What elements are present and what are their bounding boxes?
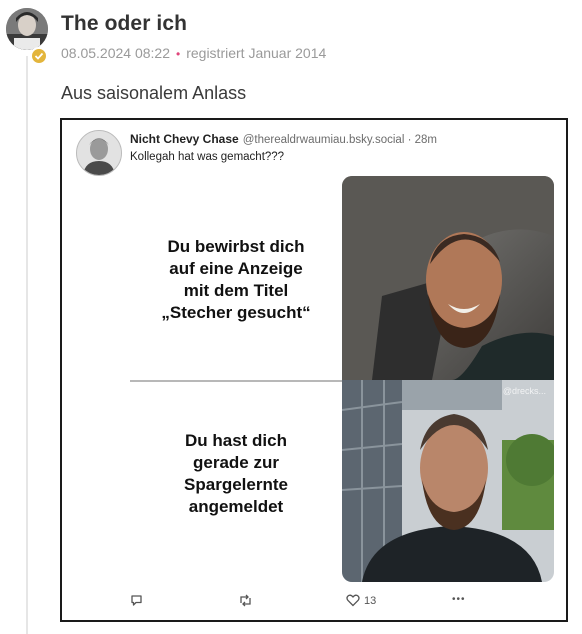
meme-top-line: Du bewirbst dich [167, 237, 305, 256]
meme-watermark: @drecks... [502, 386, 546, 396]
meme-divider [130, 380, 342, 382]
meme-image: Du bewirbst dich auf eine Anzeige mit de… [130, 176, 554, 582]
heart-icon [346, 594, 360, 607]
more-options-icon[interactable]: ••• [452, 594, 466, 605]
embedded-screenshot[interactable]: Nicht Chevy Chase @therealdrwaumiau.bsky.… [60, 118, 568, 622]
embed-avatar [76, 130, 122, 176]
embed-display-name: Nicht Chevy Chase [130, 132, 239, 146]
meme-top-line: „Stecher gesucht“ [161, 303, 311, 322]
meme-bottom-line: gerade zur [193, 453, 279, 472]
verified-badge-icon [30, 47, 48, 65]
meta-separator: • [176, 47, 181, 61]
meme-top-text: Du bewirbst dich auf eine Anzeige mit de… [130, 236, 342, 324]
post-author[interactable]: The oder ich [61, 12, 187, 36]
embed-text: Kollegah hat was gemacht??? [130, 151, 285, 163]
thread-line [26, 56, 28, 634]
embed-author: Nicht Chevy Chase @therealdrwaumiau.bsky.… [130, 132, 437, 146]
meme-bottom-text: Du hast dich gerade zur Spargelernte ang… [130, 430, 342, 518]
avatar[interactable] [6, 8, 48, 50]
meme-top-line: auf eine Anzeige [169, 259, 303, 278]
embed-handle: @therealdrwaumiau.bsky.social · 28m [242, 134, 437, 146]
meme-bottom-line: Spargelernte [184, 475, 288, 494]
meme-bottom-line: angemeldet [188, 497, 284, 516]
like-button[interactable]: 13 [346, 594, 376, 607]
embed-action-bar: 13 ••• [62, 594, 566, 614]
meme-bottom-line: Du hast dich [184, 431, 287, 450]
meme-photo-bottom: @drecks... [342, 380, 554, 582]
meme-top-line: mit dem Titel [183, 281, 289, 300]
post-meta: 08.05.2024 08:22 • registriert Januar 2014 [61, 45, 326, 61]
post-text: Aus saisonalem Anlass [61, 83, 247, 103]
comment-icon[interactable] [130, 594, 143, 607]
repost-icon[interactable] [238, 594, 253, 607]
registered-since: registriert Januar 2014 [186, 45, 327, 61]
post-date[interactable]: 08.05.2024 08:22 [61, 45, 170, 61]
meme-photo-top [342, 176, 554, 380]
like-count: 13 [364, 594, 377, 607]
